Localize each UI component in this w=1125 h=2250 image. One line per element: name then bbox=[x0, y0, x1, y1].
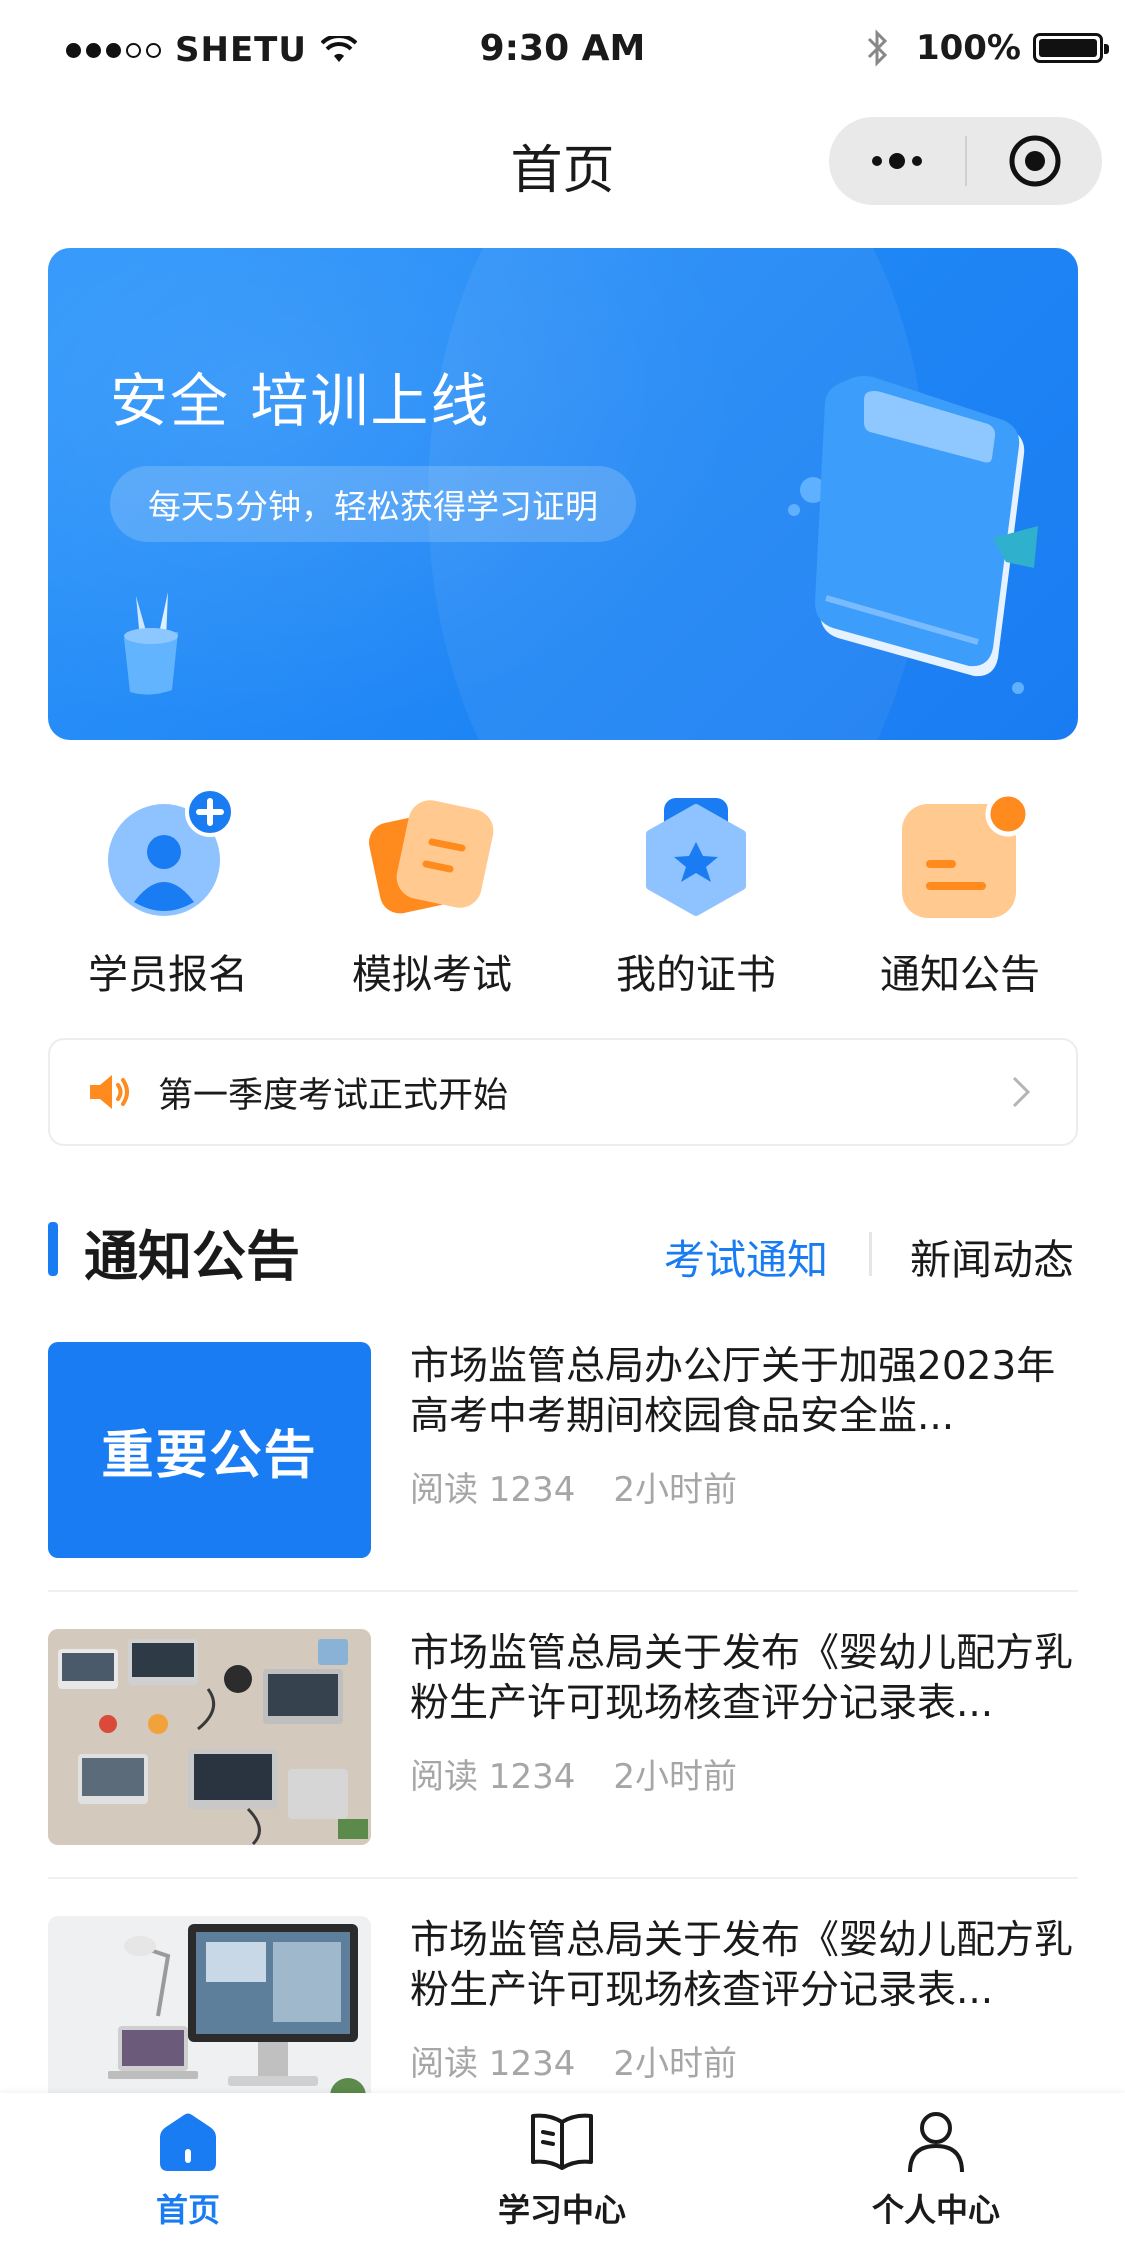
battery-info: 100% bbox=[866, 28, 1109, 68]
battery-percent: 100% bbox=[915, 28, 1021, 68]
news-title: 市场监管总局办公厅关于加强2023年高考中考期间校园食品安全监... bbox=[410, 1344, 1056, 1439]
tab-home[interactable]: 首页 bbox=[68, 2107, 308, 2231]
bluetooth-icon bbox=[867, 29, 888, 67]
notice-icon bbox=[902, 791, 1031, 918]
news-item[interactable]: 重要公告 市场监管总局办公厅关于加强2023年高考中考期间校园食品安全监... … bbox=[48, 1342, 1078, 1558]
news-thumbnail bbox=[48, 1629, 371, 1845]
quick-entry-grid: 学员报名 模拟考试 我的证书 通知公告 bbox=[0, 787, 1125, 998]
tab-label: 个人中心 bbox=[871, 2191, 1000, 2229]
more-dots-icon bbox=[872, 153, 922, 169]
status-bar: SHETU 9:30 AM 100% bbox=[0, 0, 1125, 100]
news-meta: 阅读 1234 2小时前 bbox=[410, 1462, 737, 1511]
exam-icon bbox=[369, 800, 494, 914]
quick-entry-label: 通知公告 bbox=[880, 952, 1040, 998]
tab-exam-notice[interactable]: 考试通知 bbox=[664, 1226, 828, 1286]
tab-divider bbox=[869, 1232, 872, 1276]
quick-entry-label: 我的证书 bbox=[616, 952, 776, 998]
banner-title: 安全 培训上线 bbox=[110, 367, 491, 435]
pen-holder-icon bbox=[124, 592, 178, 695]
home-icon bbox=[153, 2107, 223, 2177]
news-reads: 阅读 1234 bbox=[410, 1757, 576, 1797]
news-meta: 阅读 1234 2小时前 bbox=[410, 1749, 737, 1798]
announcement-bar[interactable]: 第一季度考试正式开始 bbox=[48, 1038, 1078, 1146]
quick-entry-label: 模拟考试 bbox=[352, 952, 512, 998]
quick-entry-label: 学员报名 bbox=[88, 952, 248, 998]
news-reads: 阅读 1234 bbox=[410, 1470, 576, 1510]
divider bbox=[48, 1590, 1078, 1592]
quick-entry-notice[interactable]: 通知公告 bbox=[840, 790, 1080, 1000]
news-thumbnail: 重要公告 bbox=[48, 1342, 371, 1558]
close-program-button[interactable] bbox=[967, 117, 1102, 205]
person-icon bbox=[901, 2107, 971, 2177]
target-icon bbox=[1009, 135, 1060, 187]
bottom-tab-bar: 首页 学习中心 个人中心 bbox=[0, 2093, 1125, 2250]
news-title: 市场监管总局关于发布《婴幼儿配方乳粉生产许可现场核查评分记录表... bbox=[410, 1631, 1074, 1726]
news-meta: 阅读 1234 2小时前 bbox=[410, 2036, 737, 2085]
quick-entry-mock-exam[interactable]: 模拟考试 bbox=[312, 790, 552, 1000]
certificate-icon bbox=[646, 798, 746, 916]
book-illustration bbox=[788, 376, 1038, 694]
news-reads: 阅读 1234 bbox=[410, 2044, 576, 2084]
tab-label: 首页 bbox=[155, 2191, 220, 2229]
quick-entry-enroll[interactable]: 学员报名 bbox=[48, 787, 288, 1000]
promo-banner[interactable]: 安全 培训上线 每天5分钟，轻松获得学习证明 bbox=[48, 248, 1078, 740]
news-title: 市场监管总局关于发布《婴幼儿配方乳粉生产许可现场核查评分记录表... bbox=[410, 1918, 1074, 2013]
battery-icon bbox=[1033, 33, 1109, 63]
quick-entry-certificate[interactable]: 我的证书 bbox=[576, 790, 816, 1000]
tab-news[interactable]: 新闻动态 bbox=[910, 1226, 1074, 1286]
news-time: 2小时前 bbox=[613, 2044, 737, 2084]
book-icon bbox=[527, 2107, 597, 2177]
announcement-text: 第一季度考试正式开始 bbox=[158, 1075, 509, 1116]
tab-study-center[interactable]: 学习中心 bbox=[442, 2107, 682, 2231]
section-title: 通知公告 bbox=[84, 1225, 300, 1288]
workspace-photo bbox=[48, 1629, 371, 1845]
news-time: 2小时前 bbox=[613, 1470, 737, 1510]
user-add-icon bbox=[108, 787, 235, 916]
banner-subtitle: 每天5分钟，轻松获得学习证明 bbox=[110, 466, 636, 542]
tab-label: 学习中心 bbox=[497, 2191, 626, 2229]
more-button[interactable] bbox=[829, 117, 965, 205]
divider bbox=[48, 1877, 1078, 1879]
news-item[interactable]: 市场监管总局关于发布《婴幼儿配方乳粉生产许可现场核查评分记录表... 阅读 12… bbox=[48, 1629, 1078, 1845]
news-time: 2小时前 bbox=[613, 1757, 737, 1797]
mini-program-capsule bbox=[829, 117, 1102, 205]
speaker-icon bbox=[88, 1067, 138, 1117]
tab-profile[interactable]: 个人中心 bbox=[816, 2107, 1056, 2231]
chevron-right-icon bbox=[1006, 1072, 1036, 1112]
section-accent-bar bbox=[48, 1222, 58, 1276]
